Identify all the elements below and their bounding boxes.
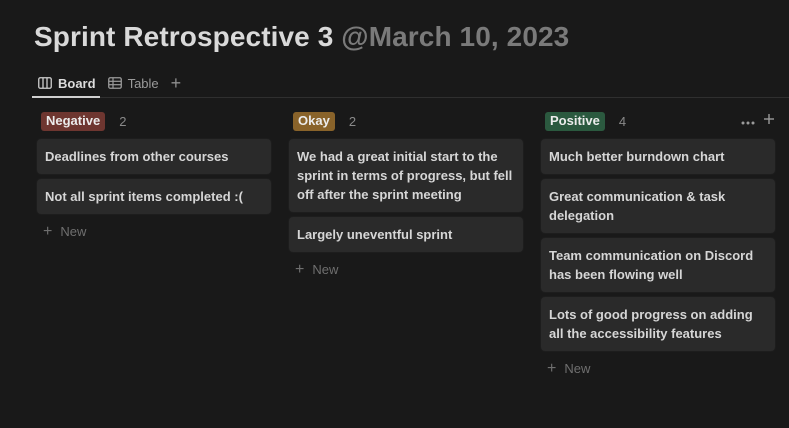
board-column-okay: Okay 2 We had a great initial start to t… [289, 110, 523, 277]
column-header: Negative 2 [37, 110, 271, 132]
tab-table[interactable]: Table [102, 69, 165, 97]
page-title-date[interactable]: @March 10, 2023 [341, 21, 569, 52]
tabs-divider [32, 97, 789, 98]
board-card[interactable]: Lots of good progress on adding all the … [541, 297, 775, 351]
board-card[interactable]: Not all sprint items completed :( [37, 179, 271, 214]
new-card-label: New [564, 361, 591, 376]
plus-icon: + [295, 260, 305, 278]
column-count: 2 [119, 113, 127, 129]
card-list: Deadlines from other courses Not all spr… [37, 139, 271, 214]
tab-board[interactable]: Board [32, 69, 102, 97]
page-title-text[interactable]: Sprint Retrospective 3 [34, 21, 333, 52]
column-actions [741, 112, 775, 130]
table-icon [107, 77, 122, 89]
board-icon [38, 77, 52, 89]
column-count: 2 [348, 113, 357, 129]
status-tag-positive[interactable]: Positive [545, 111, 605, 131]
column-header: Okay 2 [289, 110, 523, 132]
plus-icon: + [547, 359, 557, 377]
card-list: Much better burndown chart Great communi… [541, 139, 775, 351]
board-column-negative: Negative 2 Deadlines from other courses … [37, 110, 271, 239]
status-tag-negative[interactable]: Negative [41, 111, 106, 131]
view-tabs: Board Table + [32, 68, 187, 98]
tab-table-label: Table [127, 75, 159, 91]
status-tag-okay[interactable]: Okay [293, 111, 335, 131]
board-card[interactable]: Largely uneventful sprint [289, 217, 523, 252]
add-card-icon[interactable] [763, 112, 775, 130]
board-card[interactable]: We had a great initial start to the spri… [289, 139, 523, 212]
new-card-label: New [312, 262, 339, 277]
board-column-positive: Positive 4 Much better burndown chart Gr… [541, 110, 775, 376]
new-card-button[interactable]: + New [541, 359, 775, 377]
board-card[interactable]: Deadlines from other courses [37, 139, 271, 174]
new-card-label: New [60, 224, 87, 239]
board-card[interactable]: Great communication & task delegation [541, 179, 775, 233]
tab-board-label: Board [58, 75, 96, 91]
new-card-button[interactable]: + New [37, 222, 271, 240]
new-card-button[interactable]: + New [289, 260, 523, 278]
page-title: Sprint Retrospective 3 @March 10, 2023 [34, 18, 569, 56]
board-card[interactable]: Team communication on Discord has been f… [541, 238, 775, 292]
add-view-button[interactable]: + [165, 69, 188, 97]
plus-icon: + [43, 222, 53, 240]
column-count: 4 [618, 113, 627, 129]
page: Sprint Retrospective 3 @March 10, 2023 B… [0, 0, 789, 428]
card-list: We had a great initial start to the spri… [289, 139, 523, 252]
active-tab-indicator [32, 96, 100, 98]
board-card[interactable]: Much better burndown chart [541, 139, 775, 174]
column-header: Positive 4 [541, 110, 775, 132]
more-options-icon[interactable] [741, 112, 755, 130]
